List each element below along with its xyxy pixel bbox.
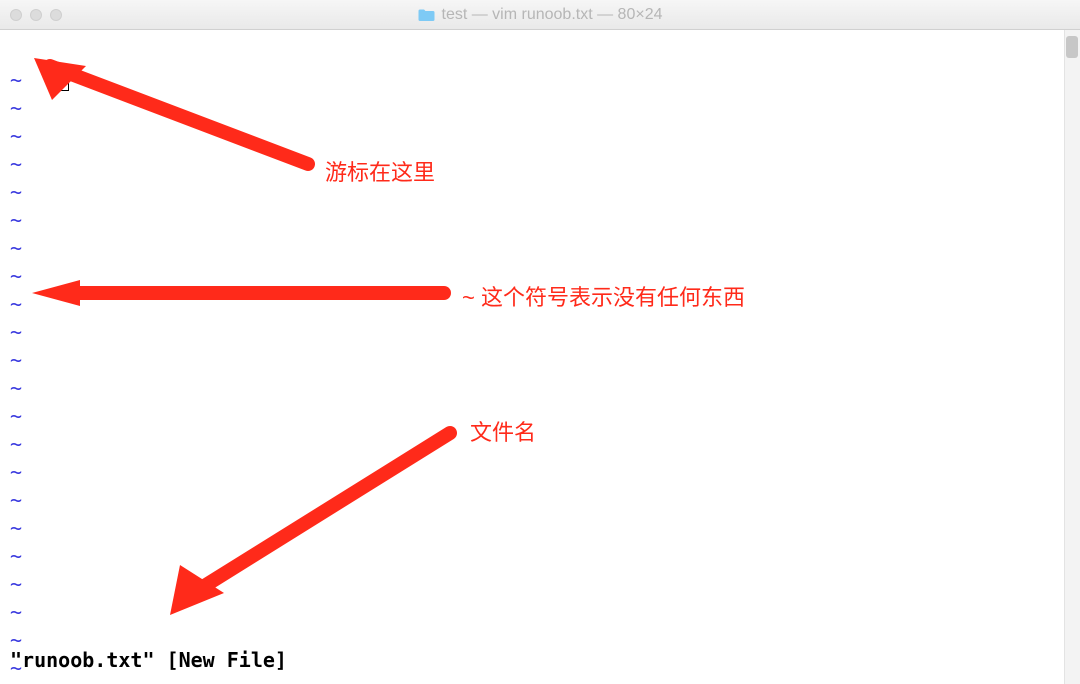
tilde-line: ~ <box>10 402 1070 430</box>
tilde-line: ~ <box>10 234 1070 262</box>
tilde-line: ~ <box>10 458 1070 486</box>
tilde-line: ~ <box>10 150 1070 178</box>
scrollbar-thumb[interactable] <box>1066 36 1078 58</box>
tilde-line: ~ <box>10 374 1070 402</box>
tilde-line: ~ <box>10 514 1070 542</box>
tilde-line: ~ <box>10 570 1070 598</box>
folder-icon <box>418 8 436 22</box>
window-controls <box>10 9 62 21</box>
tilde-line: ~ <box>10 94 1070 122</box>
minimize-button[interactable] <box>30 9 42 21</box>
titlebar: test — vim runoob.txt — 80×24 <box>0 0 1080 30</box>
tilde-line: ~ <box>10 346 1070 374</box>
scrollbar-track[interactable] <box>1064 30 1080 684</box>
tilde-line: ~ <box>10 178 1070 206</box>
tilde-line: ~ <box>10 122 1070 150</box>
tilde-line: ~ <box>10 206 1070 234</box>
cursor-line <box>10 38 1070 66</box>
terminal[interactable]: ~~~~~~~~~~~~~~~~~~~~~~ "runoob.txt" [New… <box>0 30 1080 684</box>
window-title-text: test — vim runoob.txt — 80×24 <box>442 6 663 24</box>
annotation-filename-label: 文件名 <box>470 415 536 447</box>
tilde-line: ~ <box>10 66 1070 94</box>
tilde-lines: ~~~~~~~~~~~~~~~~~~~~~~ <box>10 66 1070 682</box>
tilde-line: ~ <box>10 486 1070 514</box>
tilde-line: ~ <box>10 318 1070 346</box>
tilde-line: ~ <box>10 598 1070 626</box>
tilde-line: ~ <box>10 430 1070 458</box>
close-button[interactable] <box>10 9 22 21</box>
tilde-line: ~ <box>10 542 1070 570</box>
annotation-cursor-label: 游标在这里 <box>325 155 435 187</box>
window-title: test — vim runoob.txt — 80×24 <box>418 6 663 24</box>
annotation-tilde-label: ~ 这个符号表示没有任何东西 <box>462 280 745 312</box>
cursor <box>58 69 69 91</box>
status-line: "runoob.txt" [New File] <box>10 648 287 672</box>
maximize-button[interactable] <box>50 9 62 21</box>
